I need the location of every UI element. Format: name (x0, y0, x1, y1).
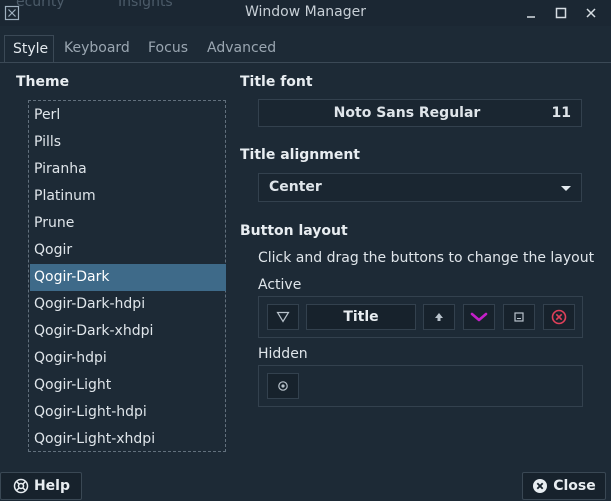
chevron-down-icon (470, 312, 488, 322)
close-layout-button[interactable] (543, 304, 575, 330)
tab-focus[interactable]: Focus (140, 35, 196, 62)
close-button[interactable]: Close (522, 472, 606, 500)
maximize-button[interactable] (551, 3, 571, 23)
circle-dot-icon (278, 381, 288, 391)
theme-item-qogir-dark-xhdpi[interactable]: Qogir-Dark-xhdpi (30, 318, 226, 345)
title-bar: ecurity Insights Window Manager (0, 0, 611, 26)
title-alignment-select[interactable]: Center (258, 173, 582, 202)
triangle-down-icon (276, 311, 290, 323)
theme-heading: Theme (16, 74, 70, 90)
button-layout-description: Click and drag the buttons to change the… (258, 250, 595, 266)
close-circle-icon (551, 309, 567, 325)
theme-item-pills[interactable]: Pills (30, 129, 226, 156)
help-label: Help (33, 478, 71, 494)
close-label: Close (553, 478, 596, 494)
menu-button[interactable] (267, 304, 299, 330)
theme-item-perl[interactable]: Perl (30, 102, 226, 129)
hidden-buttons-panel (258, 365, 583, 407)
title-alignment-value: Center (269, 179, 322, 195)
theme-item-qogir-dark[interactable]: Qogir-Dark (30, 264, 226, 291)
theme-list[interactable]: Perl Pills Piranha Platinum Prune Qogir … (28, 100, 226, 452)
active-label: Active (258, 277, 302, 293)
title-button[interactable]: Title (306, 304, 416, 330)
maximize-icon (555, 7, 567, 19)
theme-item-qogir-light-xhdpi[interactable]: Qogir-Light-xhdpi (30, 426, 226, 453)
theme-item-prune[interactable]: Prune (30, 210, 226, 237)
shade-button[interactable] (463, 304, 495, 330)
tab-keyboard[interactable]: Keyboard (56, 35, 138, 62)
minimize-button[interactable] (521, 3, 541, 23)
tab-advanced[interactable]: Advanced (199, 35, 284, 62)
tabs-divider (0, 62, 611, 63)
title-font-size: 11 (551, 105, 571, 121)
maximize-icon (514, 312, 524, 322)
theme-item-qogir-dark-hdpi[interactable]: Qogir-Dark-hdpi (30, 291, 226, 318)
tab-style[interactable]: Style (4, 35, 54, 62)
button-layout-heading: Button layout (240, 223, 348, 239)
close-icon (586, 8, 596, 18)
theme-item-qogir-light-hdpi[interactable]: Qogir-Light-hdpi (30, 399, 226, 426)
help-icon (13, 478, 29, 494)
theme-item-platinum[interactable]: Platinum (30, 183, 226, 210)
hidden-button[interactable] (267, 373, 299, 399)
theme-item-qogir-hdpi[interactable]: Qogir-hdpi (30, 345, 226, 372)
hidden-label: Hidden (258, 346, 308, 362)
maximize-layout-button[interactable] (503, 304, 535, 330)
theme-item-qogir-light[interactable]: Qogir-Light (30, 372, 226, 399)
close-circle-icon (533, 479, 548, 493)
stick-button[interactable] (423, 304, 455, 330)
window-title: Window Manager (244, 4, 367, 20)
window-close-button[interactable] (581, 3, 601, 23)
chevron-down-icon (561, 186, 571, 191)
theme-item-qogir[interactable]: Qogir (30, 237, 226, 264)
help-button[interactable]: Help (0, 472, 82, 500)
theme-item-piranha[interactable]: Piranha (30, 156, 226, 183)
arrow-up-icon (435, 313, 443, 321)
title-font-name: Noto Sans Regular (333, 105, 481, 121)
title-font-heading: Title font (240, 74, 313, 90)
active-buttons-panel: Title (258, 296, 583, 338)
title-font-button[interactable]: Noto Sans Regular 11 (258, 99, 582, 127)
minimize-icon (527, 16, 535, 18)
title-alignment-heading: Title alignment (240, 147, 360, 163)
